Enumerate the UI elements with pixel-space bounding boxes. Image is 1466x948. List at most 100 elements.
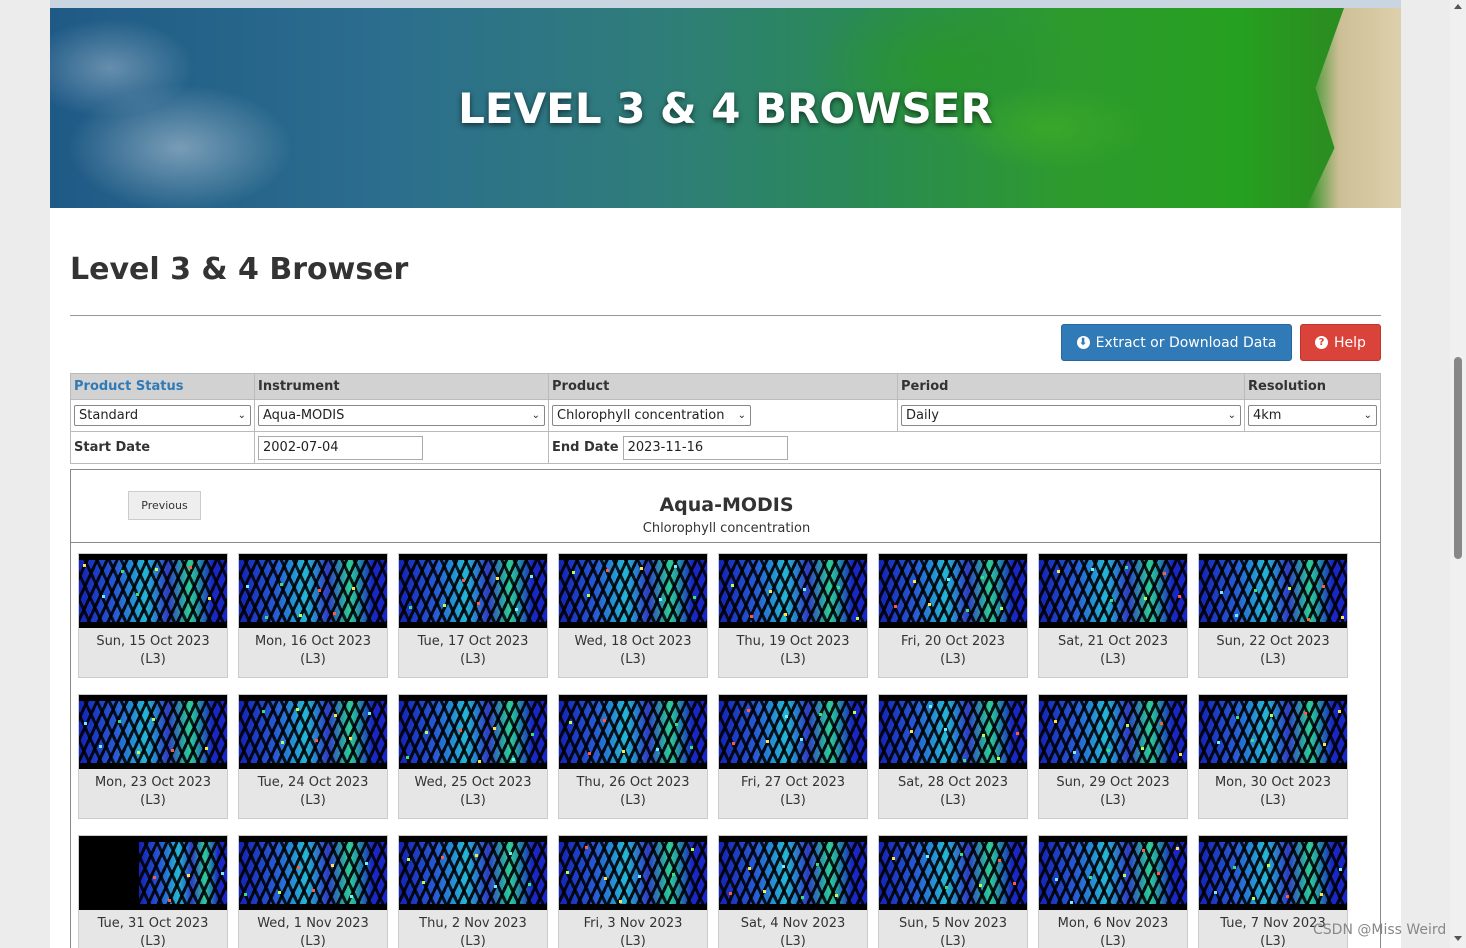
data-speck — [1157, 872, 1160, 875]
header-instrument: Instrument — [254, 373, 549, 400]
thumbnail-tile[interactable]: Thu, 19 Oct 2023 (L3) — [718, 553, 868, 678]
data-speck — [947, 578, 950, 581]
thumbnail-tile[interactable]: Fri, 20 Oct 2023 (L3) — [878, 553, 1028, 678]
swath-band — [879, 842, 1027, 904]
data-speck — [168, 899, 171, 902]
data-speck — [622, 750, 625, 753]
thumbnail-tile[interactable]: Thu, 2 Nov 2023 (L3) — [398, 835, 548, 948]
thumbnail-level: (L3) — [1100, 934, 1126, 948]
thumbnail-tile[interactable]: Sat, 28 Oct 2023 (L3) — [878, 694, 1028, 819]
thumbnail-level: (L3) — [1260, 793, 1286, 808]
thumbnail-tile[interactable]: Sun, 29 Oct 2023 (L3) — [1038, 694, 1188, 819]
data-speck — [1089, 876, 1092, 879]
thumbnail-tile[interactable]: Sat, 21 Oct 2023 (L3) — [1038, 553, 1188, 678]
data-speck — [1254, 589, 1257, 592]
data-speck — [1144, 597, 1147, 600]
thumbnail-tile[interactable]: Sun, 5 Nov 2023 (L3) — [878, 835, 1028, 948]
data-speck — [137, 751, 140, 754]
data-speck — [1160, 722, 1163, 725]
thumbnail-date: Wed, 1 Nov 2023 — [257, 916, 369, 931]
header-product-status[interactable]: Product Status — [70, 373, 255, 400]
resolution-select[interactable]: 4km ⌄ — [1248, 405, 1377, 426]
chlorophyll-thumbnail-image — [239, 836, 387, 910]
thumbnail-tile[interactable]: Sun, 22 Oct 2023 (L3) — [1198, 553, 1348, 678]
thumbnail-tile[interactable]: Mon, 16 Oct 2023 (L3) — [238, 553, 388, 678]
thumbnail-date: Mon, 30 Oct 2023 — [1214, 775, 1332, 790]
thumbnail-level: (L3) — [300, 652, 326, 667]
thumbnail-date: Sun, 15 Oct 2023 — [96, 634, 210, 649]
data-speck — [1070, 901, 1073, 904]
thumbnail-tile[interactable]: Thu, 26 Oct 2023 (L3) — [558, 694, 708, 819]
data-speck — [1176, 847, 1179, 850]
chlorophyll-thumbnail-image — [879, 554, 1027, 628]
end-date-input[interactable]: 2023-11-16 — [622, 435, 788, 460]
data-speck — [837, 586, 840, 589]
thumbnail-tile[interactable]: Sun, 15 Oct 2023 (L3) — [78, 553, 228, 678]
data-speck — [819, 713, 822, 716]
data-speck — [1288, 587, 1291, 590]
swath-band — [139, 842, 227, 904]
thumbnail-tile[interactable]: Wed, 1 Nov 2023 (L3) — [238, 835, 388, 948]
thumbnail-tile[interactable]: Sat, 4 Nov 2023 (L3) — [718, 835, 868, 948]
chlorophyll-thumbnail-image — [879, 695, 1027, 769]
scrollbar-thumb[interactable] — [1454, 357, 1462, 559]
data-speck — [1217, 741, 1220, 744]
data-speck — [425, 731, 428, 734]
data-speck — [1251, 739, 1254, 742]
start-date-input-cell: 2002-07-04 — [254, 431, 549, 464]
thumbnail-tile[interactable]: Wed, 25 Oct 2023 (L3) — [398, 694, 548, 819]
extract-download-button[interactable]: ⬇ Extract or Download Data — [1061, 324, 1292, 361]
data-speck — [693, 596, 696, 599]
data-speck — [1126, 724, 1129, 727]
page-scrollbar[interactable] — [1450, 0, 1466, 948]
data-speck — [606, 569, 609, 572]
data-speck — [1054, 720, 1057, 723]
thumbnail-tile[interactable]: Mon, 30 Oct 2023 (L3) — [1198, 694, 1348, 819]
data-speck — [1178, 595, 1181, 598]
chlorophyll-thumbnail-image — [1199, 695, 1347, 769]
chevron-down-icon: ⌄ — [1227, 410, 1236, 421]
data-speck — [1110, 599, 1113, 602]
thumbnail-date: Tue, 31 Oct 2023 — [97, 916, 209, 931]
viewer-header: Previous Aqua-MODIS Chlorophyll concentr… — [71, 470, 1380, 543]
thumbnail-tile[interactable]: Tue, 17 Oct 2023 (L3) — [398, 553, 548, 678]
product-status-value: Standard — [79, 408, 139, 423]
chlorophyll-thumbnail-image — [1039, 554, 1187, 628]
data-speck — [587, 594, 590, 597]
status-cell: Standard ⌄ — [70, 399, 255, 432]
thumbnail-tile[interactable]: Mon, 23 Oct 2023 (L3) — [78, 694, 228, 819]
instrument-select[interactable]: Aqua-MODIS ⌄ — [258, 405, 545, 426]
start-date-input[interactable]: 2002-07-04 — [258, 435, 423, 460]
thumbnail-tile[interactable]: Tue, 24 Oct 2023 (L3) — [238, 694, 388, 819]
thumbnail-tile[interactable]: Wed, 18 Oct 2023 (L3) — [558, 553, 708, 678]
page-container: LEVEL 3 & 4 BROWSER Level 3 & 4 Browser … — [50, 0, 1401, 948]
thumbnail-date: Sun, 5 Nov 2023 — [899, 916, 1007, 931]
chlorophyll-thumbnail-image — [239, 695, 387, 769]
data-speck — [1163, 572, 1166, 575]
data-speck — [443, 604, 446, 607]
data-speck — [171, 749, 174, 752]
start-date-label: Start Date — [74, 440, 151, 455]
data-speck — [299, 614, 302, 617]
data-speck — [334, 714, 337, 717]
data-speck — [1055, 878, 1058, 881]
period-select[interactable]: Daily ⌄ — [901, 405, 1241, 426]
thumbnail-date: Mon, 16 Oct 2023 — [254, 634, 372, 649]
viewer-subtitle: Chlorophyll concentration — [642, 521, 811, 536]
data-speck — [1341, 616, 1344, 619]
thumbnail-tile[interactable]: Fri, 27 Oct 2023 (L3) — [718, 694, 868, 819]
data-speck — [853, 711, 856, 714]
thumbnail-tile[interactable]: Mon, 6 Nov 2023 (L3) — [1038, 835, 1188, 948]
help-button[interactable]: ? Help — [1300, 324, 1381, 361]
scroll-up-icon[interactable] — [1454, 4, 1462, 9]
scroll-down-icon[interactable] — [1454, 936, 1462, 941]
thumbnail-level: (L3) — [140, 793, 166, 808]
product-status-select[interactable]: Standard ⌄ — [74, 405, 251, 426]
data-speck — [312, 889, 315, 892]
data-speck — [748, 867, 751, 870]
thumbnail-tile[interactable]: Tue, 31 Oct 2023 (L3) — [78, 835, 228, 948]
data-speck — [638, 875, 641, 878]
thumbnail-tile[interactable]: Fri, 3 Nov 2023 (L3) — [558, 835, 708, 948]
data-speck — [997, 757, 1000, 760]
product-select[interactable]: Chlorophyll concentration ⌄ — [552, 405, 751, 426]
